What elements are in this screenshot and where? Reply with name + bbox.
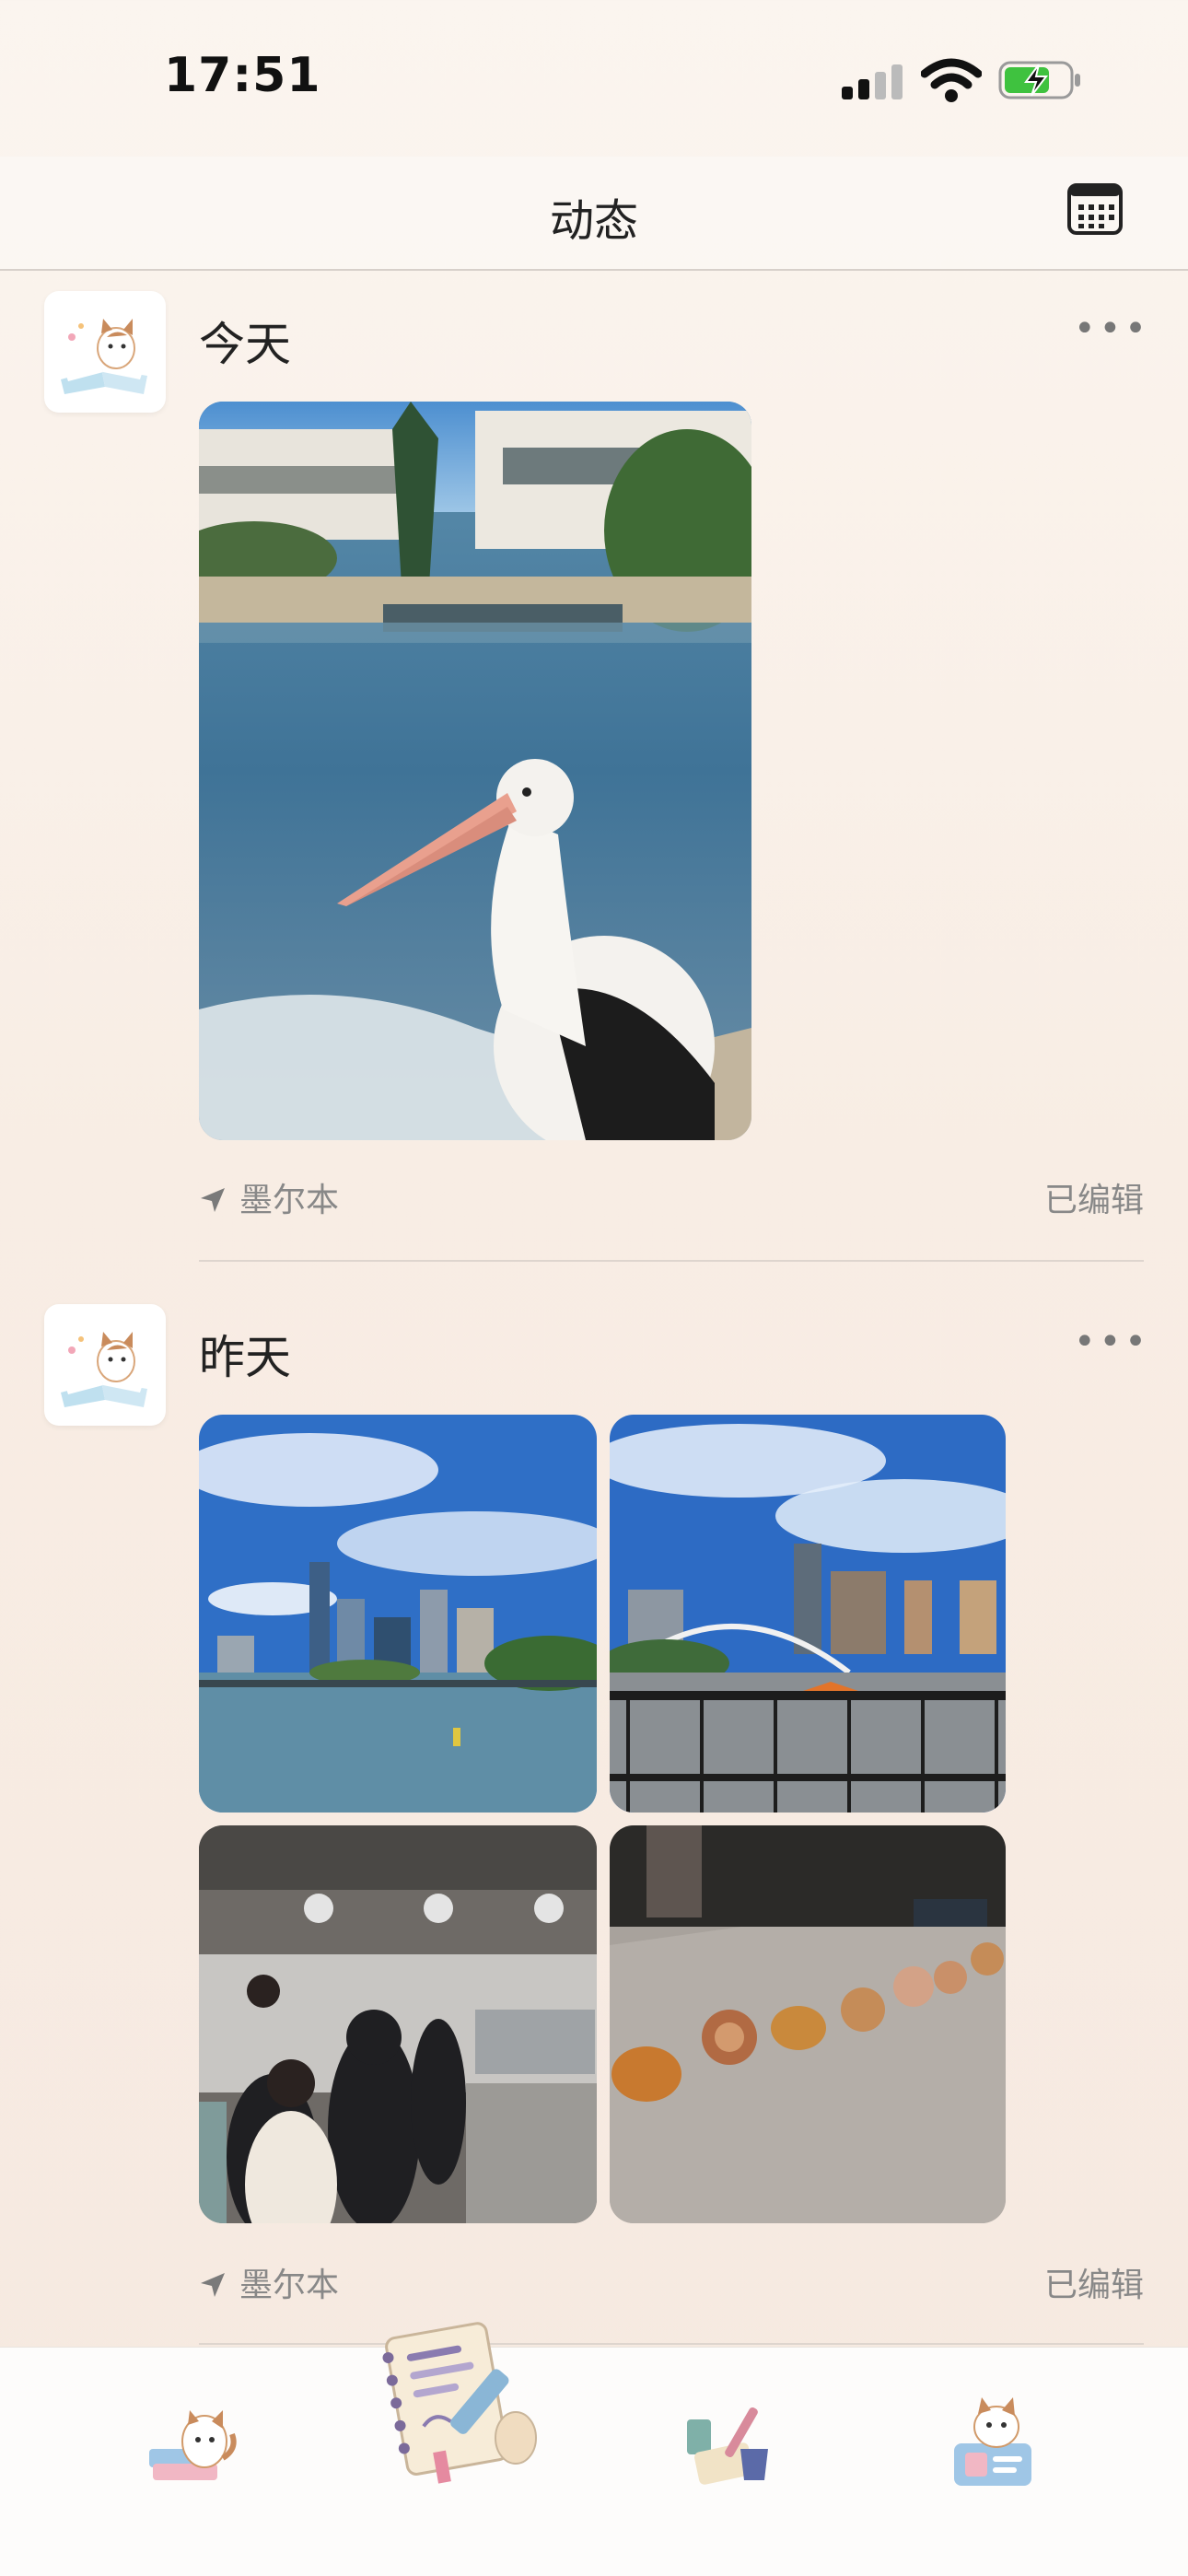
navigation-bar: 动态 [0, 157, 1188, 271]
status-time: 17:51 [164, 48, 321, 103]
page-title: 动态 [549, 195, 638, 247]
location-label[interactable]: 墨尔本 [199, 1173, 339, 1221]
divider [199, 1260, 1144, 1262]
art-supplies-tab-icon[interactable] [680, 2392, 781, 2493]
location-arrow-icon [201, 2273, 225, 2297]
more-options-button[interactable]: ••• [1074, 1321, 1150, 1363]
journal-tab-icon[interactable] [368, 2309, 553, 2484]
calendar-grid-icon[interactable] [1066, 182, 1124, 236]
city-river-photo[interactable] [199, 1415, 597, 1813]
location-text: 墨尔本 [239, 1182, 340, 1219]
city-footbridge-photo[interactable] [610, 1415, 1006, 1813]
cat-profile-tab-icon[interactable] [945, 2392, 1048, 2495]
location-text: 墨尔本 [239, 2267, 340, 2304]
cellular-signal-icon [842, 64, 903, 99]
edited-label: 已编辑 [1043, 2267, 1144, 2304]
post-date-label: 今天 [199, 318, 291, 371]
more-options-button[interactable]: ••• [1074, 308, 1150, 350]
location-arrow-icon [201, 1188, 225, 1212]
location-label[interactable]: 墨尔本 [199, 2258, 339, 2306]
tab-bar [0, 2322, 1188, 2576]
feed-list[interactable]: 今天 ••• 墨尔本 已编辑 昨天 ••• 墨尔本 已编辑 [0, 271, 1188, 2347]
post-date-label: 昨天 [199, 1331, 291, 1384]
avatar[interactable] [44, 1304, 166, 1426]
battery-charging-icon [998, 61, 1080, 99]
avatar[interactable] [44, 291, 166, 413]
pastries-photo[interactable] [610, 1825, 1006, 2223]
status-bar: 17:51 [0, 0, 1188, 157]
divider [199, 2343, 1144, 2345]
cat-reading-tab-icon[interactable] [140, 2394, 241, 2495]
wifi-icon [921, 58, 982, 102]
edited-label: 已编辑 [1043, 1182, 1144, 1219]
pelican-photo[interactable] [199, 402, 751, 1140]
cafe-interior-photo[interactable] [199, 1825, 597, 2223]
